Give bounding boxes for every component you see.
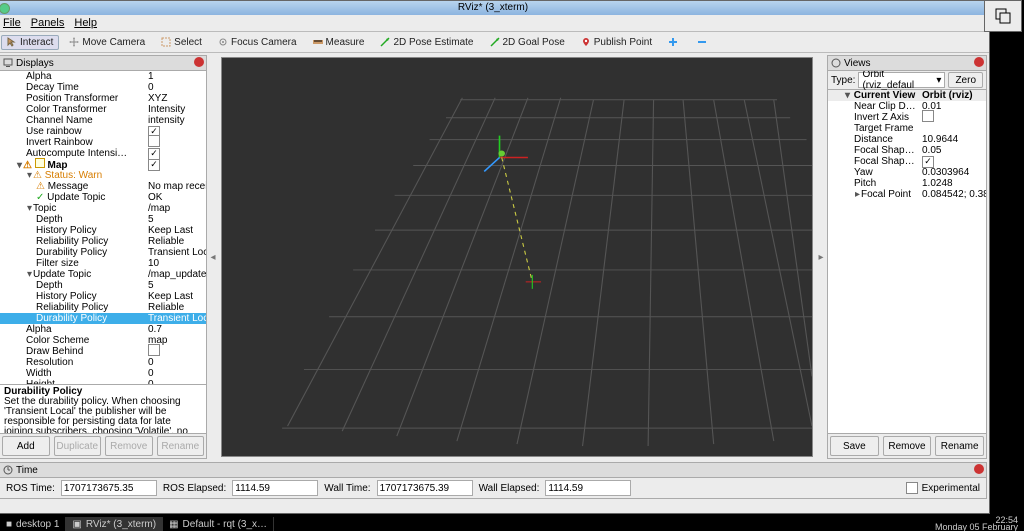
tree-row[interactable]: ✓ Update TopicOK [0,192,206,203]
views-row[interactable]: Distance10.9644 [828,134,986,145]
tree-row[interactable]: Reliability PolicyReliable [0,302,206,313]
toolbar: Interact Move Camera Select Focus Camera Mea… [0,32,989,53]
tool-plus[interactable] [662,35,687,49]
tree-row[interactable]: Reliability PolicyReliable [0,236,206,247]
taskbar-clock: 22:54 Monday 05 February [929,517,1024,531]
tree-row[interactable]: Depth5 [0,280,206,291]
tree-row[interactable]: ▾⚠ Status: Warn [0,170,206,181]
views-row[interactable]: ▸Focal Point0.084542; 0.3842… [828,189,986,200]
tool-select[interactable]: Select [155,35,208,50]
tree-row[interactable]: History PolicyKeep Last [0,291,206,302]
tree-row[interactable]: ▾Topic/map [0,203,206,214]
tree-row[interactable]: Depth5 [0,214,206,225]
tree-row[interactable]: History PolicyKeep Last [0,225,206,236]
remove-button[interactable]: Remove [105,436,153,456]
property-description: Durability Policy Set the durability pol… [0,384,206,433]
menu-help[interactable]: Help [74,17,97,29]
tool-move[interactable]: Move Camera [63,35,151,50]
add-button[interactable]: Add [2,436,50,456]
splitter-right[interactable]: ▸ [817,53,825,461]
tool-minus[interactable] [691,35,716,49]
duplicate-button[interactable]: Duplicate [54,436,102,456]
tree-row[interactable]: ▾Update Topic/map_updates [0,269,206,280]
views-row[interactable]: Yaw0.0303964 [828,167,986,178]
zero-button[interactable]: Zero [948,72,983,88]
ros-time-label: ROS Time: [6,483,55,494]
close-icon[interactable] [194,57,204,67]
tool-interact[interactable]: Interact [1,35,59,50]
tool-pose[interactable]: 2D Pose Estimate [374,35,479,50]
rename-button[interactable]: Rename [935,436,984,456]
views-header[interactable]: ▾ Current ViewOrbit (rviz) [828,90,986,101]
tree-row[interactable]: Invert Rainbow [0,137,206,148]
views-row[interactable]: Invert Z Axis [828,112,986,123]
experimental-checkbox[interactable]: Experimental [906,482,980,494]
clock-icon [3,465,13,475]
wall-time-label: Wall Time: [324,483,370,494]
views-row[interactable]: Pitch1.0248 [828,178,986,189]
displays-icon [3,58,13,68]
wall-elapsed-label: Wall Elapsed: [479,483,540,494]
ros-time-field[interactable] [61,480,157,496]
tree-row[interactable]: Decay Time0 [0,82,206,93]
remove-button[interactable]: Remove [883,436,932,456]
views-panel: Views Type: Orbit (rviz_defaul▾ Zero ▾ C… [827,55,987,459]
wall-elapsed-field[interactable] [545,480,631,496]
tool-publish[interactable]: Publish Point [575,35,658,50]
grid-scene [222,58,812,456]
tree-row[interactable]: ▾⚠ Map✓ [0,159,206,170]
rename-button[interactable]: Rename [157,436,205,456]
displays-tree[interactable]: Alpha1Decay Time0Position TransformerXYZ… [0,71,206,384]
tree-row[interactable]: Width0 [0,368,206,379]
menu-file[interactable]: File [3,17,21,29]
overlap-icon [994,7,1012,25]
displays-panel: Displays Alpha1Decay Time0Position Trans… [0,55,207,459]
tree-row[interactable]: Durability PolicyTransient Local [0,313,206,324]
splitter-left[interactable]: ◂ [209,53,217,461]
type-label: Type: [831,75,855,86]
time-panel: Time ROS Time: ROS Elapsed: Wall Time: W… [0,462,987,499]
taskbar-desktop[interactable]: ■ desktop 1 [0,517,66,531]
tree-row[interactable]: Resolution0 [0,357,206,368]
window-dot-icon [0,3,10,14]
tool-focus[interactable]: Focus Camera [212,35,303,50]
taskbar-rqt[interactable]: ▦ Default - rqt (3_x… [163,517,274,531]
tool-goal[interactable]: 2D Goal Pose [484,35,571,50]
tree-row[interactable]: Durability PolicyTransient Local [0,247,206,258]
menubar: File Panels Help [0,15,989,32]
save-button[interactable]: Save [830,436,879,456]
views-row[interactable]: Focal Shap…✓ [828,156,986,167]
tree-row[interactable]: Alpha1 [0,71,206,82]
displays-panel-title[interactable]: Displays [0,56,206,71]
tree-row[interactable]: Position TransformerXYZ [0,93,206,104]
menu-panels[interactable]: Panels [31,17,65,29]
tree-row[interactable]: ⚠ MessageNo map received [0,181,206,192]
views-panel-title[interactable]: Views [828,56,986,71]
3d-viewport[interactable] [221,57,813,457]
views-tree[interactable]: ▾ Current ViewOrbit (rviz)Near Clip D…0.… [828,90,986,433]
view-type-combo[interactable]: Orbit (rviz_defaul▾ [858,72,945,88]
wall-time-field[interactable] [377,480,473,496]
taskbar: ■ desktop 1 ▣ RViz* (3_xterm) ▦ Default … [0,517,1024,531]
aux-window[interactable] [984,0,1022,32]
taskbar-rviz[interactable]: ▣ RViz* (3_xterm) [66,517,163,531]
ros-elapsed-field[interactable] [232,480,318,496]
ros-elapsed-label: ROS Elapsed: [163,483,226,494]
tree-row[interactable]: Alpha0.7 [0,324,206,335]
chevron-down-icon: ▾ [936,75,941,86]
window-titlebar[interactable]: RViz* (3_xterm) [0,1,989,15]
tree-row[interactable]: Channel Nameintensity [0,115,206,126]
window-title: RViz* (3_xterm) [458,2,528,13]
tree-row[interactable]: Color TransformerIntensity [0,104,206,115]
tool-measure[interactable]: Measure [307,35,371,50]
close-icon[interactable] [974,464,984,474]
tree-row[interactable]: Draw Behind [0,346,206,357]
tree-row[interactable]: Filter size10 [0,258,206,269]
views-icon [831,58,841,68]
close-icon[interactable] [974,57,984,67]
time-panel-title[interactable]: Time [0,463,986,478]
views-row[interactable]: Focal Shap…0.05 [828,145,986,156]
